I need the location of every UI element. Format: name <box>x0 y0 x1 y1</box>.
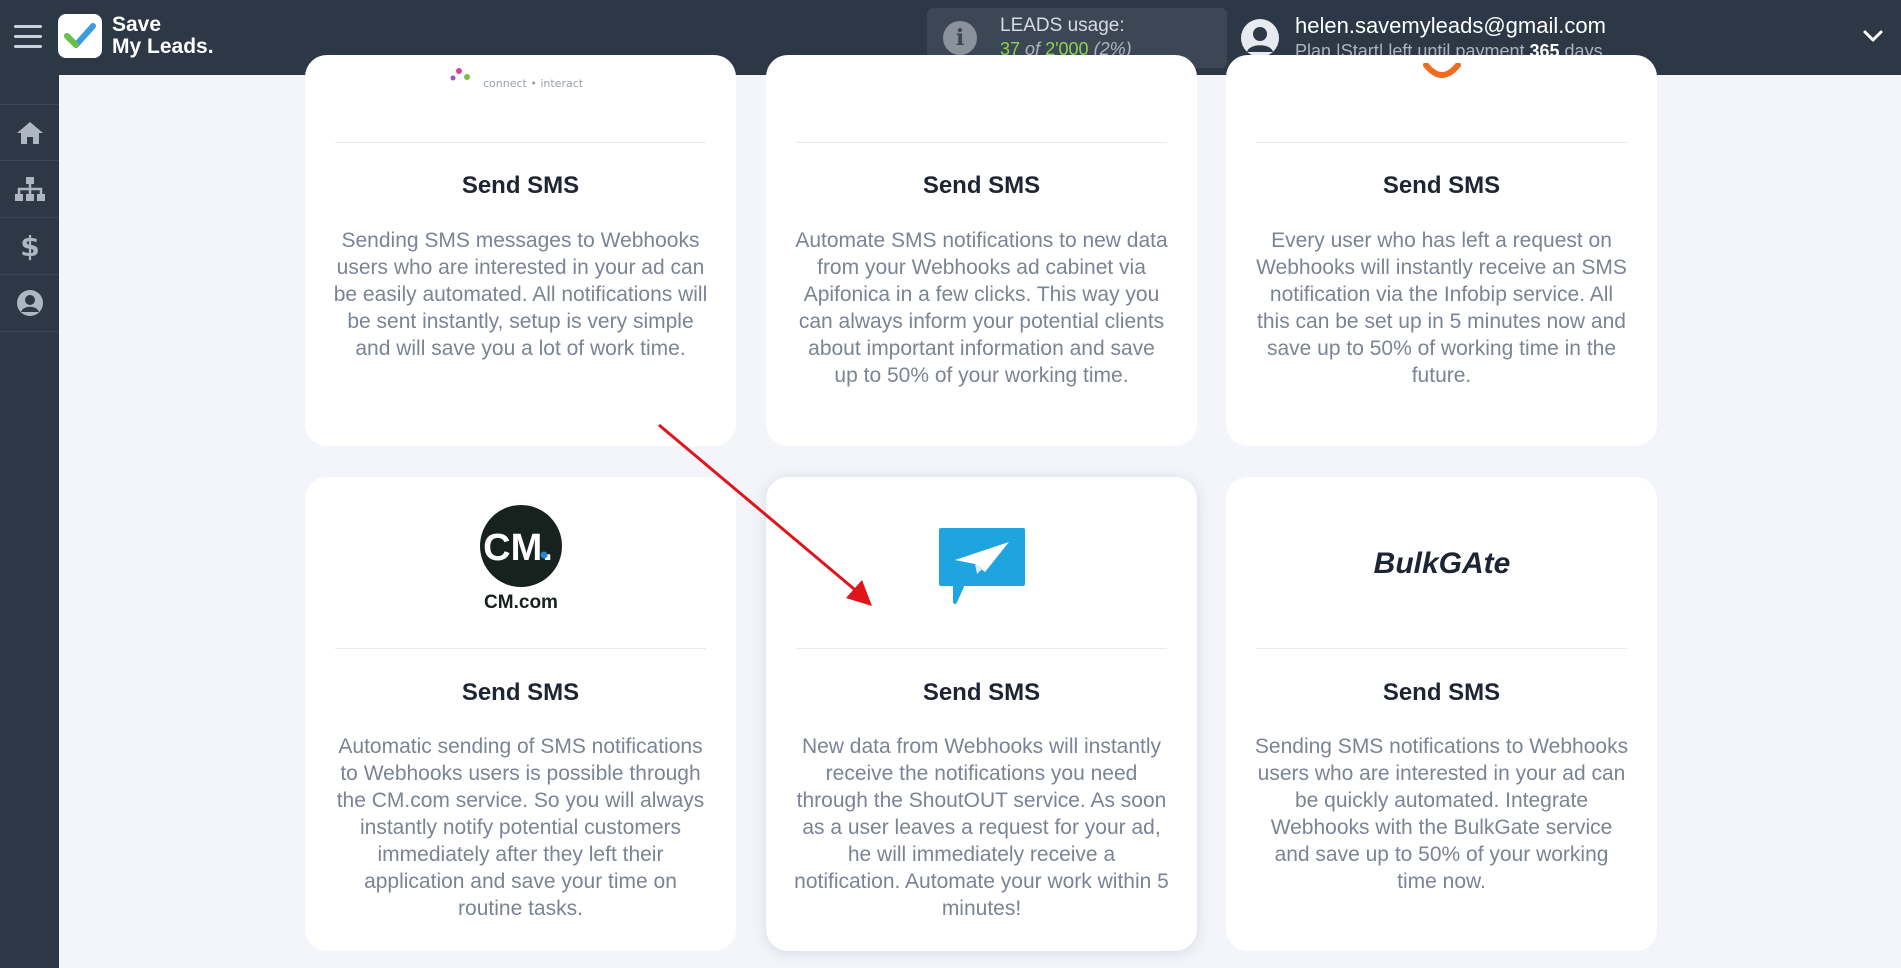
dollar-icon: $ <box>20 231 39 261</box>
integration-card[interactable]: CM. CM.com Send SMS Automatic sending of… <box>305 477 736 951</box>
app-logo[interactable]: Save My Leads. <box>58 14 214 58</box>
integration-card[interactable]: Send SMS Every user who has left a reque… <box>1226 55 1657 446</box>
card-title: Send SMS <box>461 172 580 199</box>
integration-card-shoutout[interactable]: Send SMS New data from Webhooks will ins… <box>766 477 1197 951</box>
home-icon <box>16 121 43 144</box>
card-description: Automatic sending of SMS notifications t… <box>336 735 705 920</box>
sidebar-item-connections[interactable] <box>0 161 59 218</box>
cm-com-logo-icon: CM. CM.com <box>305 505 736 612</box>
divider <box>1256 142 1627 143</box>
menu-icon[interactable] <box>14 25 42 49</box>
card-title: Send SMS <box>922 172 1041 199</box>
user-avatar-icon[interactable] <box>1241 19 1279 57</box>
service-logo <box>1226 63 1657 93</box>
card-title: Send SMS <box>1382 172 1501 199</box>
svg-text:$: $ <box>20 231 39 261</box>
integration-card[interactable]: connect • interact Send SMS Sending SMS … <box>305 55 736 446</box>
card-description: Sending SMS messages to Webhooks users w… <box>333 229 708 360</box>
divider <box>335 142 706 143</box>
integration-card[interactable]: BulkGAte Send SMS Sending SMS notificati… <box>1226 477 1657 951</box>
integration-card[interactable]: Send SMS Automate SMS notifications to n… <box>766 55 1197 446</box>
chevron-down-icon[interactable] <box>1862 26 1884 46</box>
card-description: New data from Webhooks will instantly re… <box>794 735 1169 920</box>
card-description: Every user who has left a request on Web… <box>1256 229 1627 387</box>
card-description: Automate SMS notifications to new data f… <box>795 229 1168 387</box>
sidebar-item-billing[interactable]: $ <box>0 218 59 275</box>
card-description: Sending SMS notifications to Webhooks us… <box>1254 735 1629 893</box>
divider <box>335 648 706 649</box>
sidebar-item-account[interactable] <box>0 275 59 332</box>
sitemap-icon <box>14 177 45 201</box>
bulkgate-logo-icon: BulkGAte <box>1226 540 1657 584</box>
service-logo: connect • interact <box>305 63 736 93</box>
divider <box>1256 648 1627 649</box>
brand-line2: My Leads. <box>112 35 214 58</box>
user-circle-icon <box>16 290 43 316</box>
logo-cm-sub: CM.com <box>484 592 558 612</box>
logo-tagline: connect • interact <box>483 77 584 90</box>
divider <box>796 648 1167 649</box>
divider <box>796 142 1167 143</box>
logo-cm-text: CM. <box>483 527 553 569</box>
info-icon: i <box>943 21 977 55</box>
leads-usage-title: LEADS usage: <box>1000 15 1125 36</box>
sidebar: $ <box>0 75 59 968</box>
logo-bulkgate-text: BulkGAte <box>1373 547 1510 580</box>
sidebar-item-home[interactable] <box>0 104 59 161</box>
shoutout-logo-icon <box>766 526 1197 608</box>
card-title: Send SMS <box>1382 679 1501 706</box>
card-title: Send SMS <box>461 679 580 706</box>
checkmark-logo-icon <box>58 14 102 58</box>
user-email[interactable]: helen.savemyleads@gmail.com <box>1295 13 1606 39</box>
card-title: Send SMS <box>922 679 1041 706</box>
brand-line1: Save <box>112 13 162 36</box>
